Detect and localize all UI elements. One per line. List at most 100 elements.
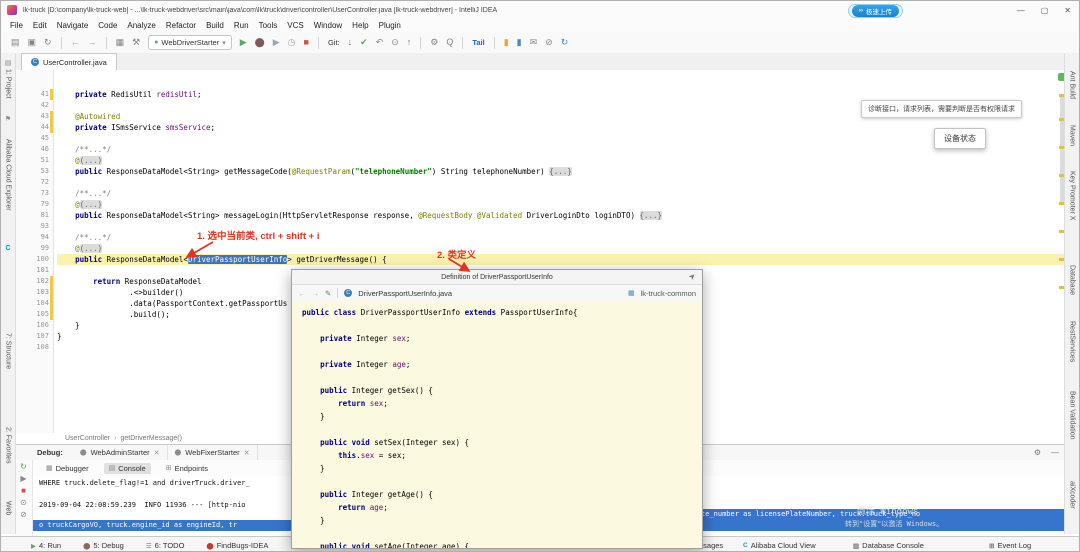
profiler-icon[interactable]: ◷ <box>288 38 296 47</box>
popup-file-name[interactable]: DriverPassportUserInfo.java <box>358 289 452 298</box>
popup-code-line[interactable]: public Integer getSex() { <box>302 384 702 397</box>
search-icon[interactable]: Q <box>446 38 453 47</box>
tool-project[interactable]: ▤ 1: Project <box>2 59 14 99</box>
git-rollback-icon[interactable]: ↶ <box>376 38 384 47</box>
menu-analyze[interactable]: Analyze <box>122 21 160 30</box>
code-line[interactable]: 94 /**...*/ <box>15 232 1067 243</box>
popup-code-line[interactable]: } <box>302 462 702 475</box>
tool-database[interactable]: Database <box>1066 265 1078 295</box>
settings-icon[interactable]: ⚙ <box>1034 448 1041 457</box>
coverage-icon[interactable]: ▶ <box>273 38 280 47</box>
code-line[interactable]: 44 private ISmsService smsService; <box>15 122 1067 133</box>
wrench-icon[interactable]: ⚙ <box>430 38 438 47</box>
pin-icon[interactable]: ➤ <box>687 271 698 282</box>
code-line[interactable]: 93 <box>15 221 1067 232</box>
forward-icon[interactable]: → <box>88 38 97 47</box>
mail-icon[interactable]: ✉ <box>530 38 538 47</box>
view-breakpoints-icon[interactable]: ⊙ <box>20 499 27 507</box>
popup-code-line[interactable]: private Integer sex; <box>302 332 702 345</box>
code-line[interactable]: 53 public ResponseDataModel<String> getM… <box>15 166 1067 177</box>
debug-tab-console[interactable]: ▤ Console <box>103 462 151 474</box>
component-icon[interactable]: ▦ <box>116 38 125 47</box>
code-line[interactable]: 51 @(...) <box>15 155 1067 166</box>
menu-build[interactable]: Build <box>201 21 229 30</box>
run-icon[interactable]: ▶ <box>240 38 247 47</box>
git-update-icon[interactable]: ↓ <box>348 38 353 47</box>
statusbar-run[interactable]: ▶ 4: Run <box>31 541 61 550</box>
popup-code-line[interactable]: } <box>302 410 702 423</box>
code-line[interactable]: 41 private RedisUtil redisUtil; <box>15 89 1067 100</box>
menu-code[interactable]: Code <box>93 21 122 30</box>
tool-aixcoder[interactable]: aiXcoder <box>1066 481 1078 509</box>
statusbar-todo[interactable]: ☰ 6: TODO <box>146 541 185 550</box>
device-status-button[interactable]: 设备状态 <box>934 128 986 149</box>
menu-edit[interactable]: Edit <box>28 21 52 30</box>
tool-restservices[interactable]: RestServices <box>1066 321 1078 362</box>
code-line[interactable]: 79 @(...) <box>15 199 1067 210</box>
upload-button[interactable]: ∞ 极速上传 <box>851 5 899 17</box>
tool-structure[interactable]: 7: Structure <box>2 333 14 369</box>
menu-tools[interactable]: Tools <box>254 21 283 30</box>
stop-icon[interactable]: ■ <box>304 38 309 47</box>
statusbar-findbugs[interactable]: ⬤ FindBugs-IDEA <box>206 541 268 550</box>
menu-run[interactable]: Run <box>229 21 254 30</box>
code-line[interactable]: 46 /**...*/ <box>15 144 1067 155</box>
save-all-icon[interactable]: ▣ <box>28 38 37 47</box>
popup-forward-icon[interactable]: → <box>312 289 320 298</box>
statusbar-event-log[interactable]: ⊞ Event Log <box>989 537 1031 551</box>
code-line[interactable]: 100 public ResponseDataModel<DriverPassp… <box>15 254 1067 265</box>
tail-label[interactable]: Tail <box>472 38 484 47</box>
debug-icon[interactable]: ⬤ <box>255 38 265 47</box>
minimize-button[interactable]: — <box>1017 6 1025 15</box>
resume-icon[interactable]: ▶ <box>20 475 26 483</box>
mute-breakpoints-icon[interactable]: ⊘ <box>20 511 27 519</box>
run-config-selector[interactable]: ● WebDriverStarter ▾ <box>148 35 232 50</box>
popup-back-icon[interactable]: ← <box>298 289 306 298</box>
menu-window[interactable]: Window <box>309 21 347 30</box>
popup-code-line[interactable]: private Integer age; <box>302 358 702 371</box>
edit-source-icon[interactable]: ✎ <box>325 289 331 298</box>
popup-code-line[interactable] <box>302 527 702 540</box>
statusbar-database-console[interactable]: ▥ Database Console <box>853 537 924 551</box>
code-line[interactable]: 99 @(...) <box>15 243 1067 254</box>
open-icon[interactable]: ▤ <box>11 38 20 47</box>
restart-icon[interactable]: ↻ <box>561 38 569 47</box>
debug-tab-debugger[interactable]: ▦ Debugger <box>41 463 94 474</box>
popup-code-line[interactable]: } <box>302 514 702 527</box>
menu-refactor[interactable]: Refactor <box>161 21 201 30</box>
popup-code-line[interactable]: public class DriverPassportUserInfo exte… <box>302 306 702 319</box>
popup-code-line[interactable]: return age; <box>302 501 702 514</box>
hide-icon[interactable]: — <box>1051 448 1059 457</box>
git-history-icon[interactable]: ⊙ <box>391 38 399 47</box>
menu-help[interactable]: Help <box>347 21 373 30</box>
file-blue-icon[interactable]: ▮ <box>517 38 522 47</box>
menu-plugin[interactable]: Plugin <box>374 21 406 30</box>
close-button[interactable]: ✕ <box>1064 6 1071 15</box>
back-icon[interactable]: ← <box>71 38 80 47</box>
tool-bean-validation[interactable]: Bean Validation <box>1066 391 1078 440</box>
popup-code-line[interactable] <box>302 345 702 358</box>
git-commit-icon[interactable]: ✔ <box>360 38 368 47</box>
menu-navigate[interactable]: Navigate <box>52 21 94 30</box>
code-line[interactable]: 73 /**...*/ <box>15 188 1067 199</box>
tool-ant-build[interactable]: Ant Build <box>1066 71 1078 99</box>
close-tab-icon[interactable]: ✕ <box>244 449 250 457</box>
stop-debug-icon[interactable]: ■ <box>21 487 26 495</box>
rerun-icon[interactable]: ↻ <box>20 463 27 471</box>
code-line[interactable]: 45 <box>15 133 1067 144</box>
popup-code-line[interactable]: this.sex = sex; <box>302 449 702 462</box>
popup-code-line[interactable] <box>302 475 702 488</box>
debug-session-tab[interactable]: ⬤ WebAdminStarter ✕ <box>73 445 168 460</box>
breadcrumb-method[interactable]: getDriverMessage() <box>120 435 181 442</box>
popup-code-line[interactable]: return sex; <box>302 397 702 410</box>
tab-usercontroller[interactable]: C UserController.java <box>21 53 117 70</box>
popup-code-line[interactable]: public void setSex(Integer sex) { <box>302 436 702 449</box>
popup-code-line[interactable]: public Integer getAge() { <box>302 488 702 501</box>
block-icon[interactable]: ⊘ <box>545 38 553 47</box>
popup-code-line[interactable] <box>302 423 702 436</box>
menu-file[interactable]: File <box>5 21 28 30</box>
close-tab-icon[interactable]: ✕ <box>154 449 160 457</box>
file-orange-icon[interactable]: ▮ <box>504 38 509 47</box>
popup-code-line[interactable] <box>302 371 702 384</box>
statusbar-debug[interactable]: ⬤ 5: Debug <box>83 541 124 550</box>
